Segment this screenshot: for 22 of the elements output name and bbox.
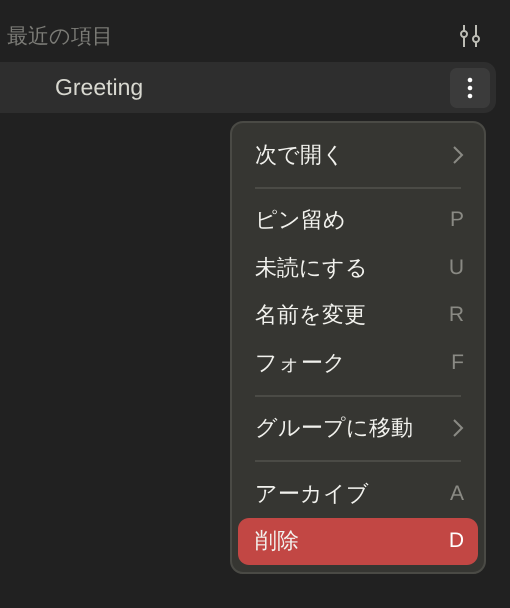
- shortcut-key: U: [448, 256, 464, 280]
- section-title: 最近の項目: [7, 23, 113, 50]
- shortcut-key: A: [450, 482, 464, 506]
- shortcut-key: F: [451, 350, 464, 375]
- menu-item[interactable]: グループに移動: [238, 404, 478, 452]
- sliders-icon[interactable]: [457, 23, 483, 49]
- menu-item[interactable]: 削除 D: [238, 518, 478, 565]
- list-item[interactable]: Greeting: [0, 62, 496, 113]
- menu-item[interactable]: アーカイブ A: [238, 470, 478, 518]
- more-icon: [467, 76, 473, 98]
- menu-item[interactable]: 次で開く: [238, 131, 478, 178]
- menu-item[interactable]: 未読にする U: [238, 244, 478, 292]
- shortcut-key: D: [448, 529, 464, 554]
- chevron-right-icon: [452, 418, 464, 438]
- menu-item[interactable]: フォーク F: [238, 339, 478, 386]
- chevron-right-icon: [452, 144, 464, 165]
- more-button[interactable]: [450, 68, 490, 108]
- menu-item[interactable]: 名前を変更 R: [238, 292, 478, 339]
- shortcut-key: P: [450, 208, 464, 232]
- item-title: Greeting: [55, 74, 144, 101]
- shortcut-key: R: [448, 303, 464, 328]
- menu-item[interactable]: ピン留め P: [238, 196, 478, 244]
